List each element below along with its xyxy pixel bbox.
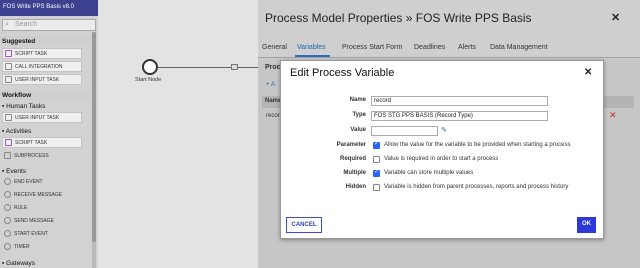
section-label: Gateways — [6, 260, 36, 267]
close-icon[interactable]: ✕ — [584, 67, 592, 78]
section-events[interactable]: ▪ Events — [0, 166, 96, 176]
process-canvas[interactable] — [98, 0, 258, 268]
parameter-description: Allow the value for the variable to be p… — [384, 142, 571, 148]
item-label: RULE — [14, 205, 28, 211]
search-placeholder: Search — [15, 21, 38, 28]
hidden-checkbox[interactable] — [373, 184, 380, 191]
subprocess-icon — [4, 152, 11, 159]
script-task-icon — [5, 139, 12, 146]
value-field[interactable] — [371, 126, 438, 136]
parameter-checkbox[interactable] — [373, 140, 380, 149]
item-label: SEND MESSAGE — [14, 218, 55, 224]
cancel-button[interactable]: CANCEL — [286, 217, 322, 233]
palette-title: FOS Write PPS Basis v8.0 — [3, 4, 74, 10]
item-label: USER INPUT TASK — [15, 77, 60, 83]
user-task-icon — [5, 76, 12, 83]
section-suggested[interactable]: Suggested — [0, 36, 96, 46]
item-label: RECEIVE MESSAGE — [14, 192, 63, 198]
required-label: Required — [339, 156, 366, 162]
section-label: Workflow — [2, 92, 32, 99]
send-message-icon — [4, 217, 11, 224]
edit-variable-dialog — [280, 60, 604, 239]
item-label: USER INPUT TASK — [15, 115, 60, 121]
item-label: START EVENT — [14, 231, 48, 237]
multiple-description: Variable can store multiple values — [384, 170, 474, 176]
required-description: Value is required in order to start a pr… — [384, 156, 499, 162]
expression-editor-icon[interactable]: ✎ — [441, 126, 447, 134]
start-node[interactable] — [142, 59, 158, 75]
palette-item-start-event[interactable]: START EVENT — [2, 229, 82, 240]
multiple-checkbox[interactable] — [373, 168, 380, 177]
hidden-label: Hidden — [345, 184, 366, 190]
palette-item-send-message[interactable]: SEND MESSAGE — [2, 216, 82, 227]
item-label: SUBPROCESS — [14, 153, 49, 159]
value-label: Value — [350, 127, 366, 133]
parameter-label: Parameter — [336, 142, 366, 148]
close-icon[interactable]: ✕ — [611, 11, 620, 24]
receive-message-icon — [4, 191, 11, 198]
ok-button[interactable]: OK — [577, 217, 596, 233]
connector-handle[interactable] — [231, 64, 238, 70]
name-label: Name — [349, 97, 366, 103]
start-node-label: Start Node — [135, 77, 162, 83]
rule-icon — [4, 204, 11, 211]
dialog-title: Edit Process Variable — [290, 67, 395, 79]
tab-general[interactable]: General — [262, 44, 287, 51]
palette-item-receive-message[interactable]: RECEIVE MESSAGE — [2, 190, 82, 201]
timer-icon — [4, 243, 11, 250]
tab-deadlines[interactable]: Deadlines — [414, 44, 445, 51]
palette-item-call-integration[interactable]: CALL INTEGRATION — [2, 61, 82, 72]
palette-item-end-event[interactable]: END EVENT — [2, 177, 82, 188]
name-field[interactable]: record — [371, 96, 548, 106]
delete-icon[interactable]: ✕ — [609, 110, 617, 121]
palette-item-subprocess[interactable]: SUBPROCESS — [2, 151, 82, 162]
item-label: SCRIPT TASK — [15, 140, 48, 146]
tab-process-start-form[interactable]: Process Start Form — [342, 44, 402, 51]
section-gateways[interactable]: ▪ Gateways — [0, 258, 96, 268]
item-label: CALL INTEGRATION — [15, 64, 63, 70]
tab-data-management[interactable]: Data Management — [490, 44, 548, 51]
search-input[interactable]: ⌕ Search — [2, 19, 96, 31]
end-event-icon — [4, 178, 11, 185]
section-label: Events — [6, 168, 26, 175]
item-label: SCRIPT TASK — [15, 51, 48, 57]
type-label: Type — [352, 112, 366, 118]
section-workflow[interactable]: Workflow — [0, 90, 96, 100]
add-variable-link[interactable]: + A — [266, 82, 275, 88]
palette-item-user-input-task-2[interactable]: USER INPUT TASK — [2, 112, 82, 123]
tab-alerts[interactable]: Alerts — [458, 44, 476, 51]
tab-variables[interactable]: Variables — [297, 44, 326, 51]
palette-item-user-input-task[interactable]: USER INPUT TASK — [2, 74, 82, 85]
name-column-header: Name — [265, 98, 282, 104]
variable-row-name[interactable]: recor — [266, 113, 280, 119]
hidden-description: Variable is hidden from parent processes… — [384, 184, 569, 190]
item-label: TIMER — [14, 244, 30, 250]
section-label: Suggested — [2, 38, 36, 45]
tabs-divider — [258, 57, 640, 58]
section-activities[interactable]: ▪ Activities — [0, 126, 96, 136]
type-field[interactable]: FOS STG PPS BASIS (Record Type) — [371, 111, 548, 121]
script-task-icon — [5, 50, 12, 57]
properties-title: Process Model Properties » FOS Write PPS… — [265, 11, 532, 25]
palette-item-script-task-2[interactable]: SCRIPT TASK — [2, 137, 82, 148]
integration-icon — [5, 63, 12, 70]
palette-scroll-thumb[interactable] — [92, 32, 96, 242]
user-task-icon — [5, 114, 12, 121]
multiple-label: Multiple — [343, 170, 366, 176]
section-label: Human Tasks — [6, 103, 46, 110]
item-label: END EVENT — [14, 179, 43, 185]
palette-item-timer[interactable]: TIMER — [2, 242, 82, 253]
search-icon: ⌕ — [5, 21, 9, 28]
palette-item-rule[interactable]: RULE — [2, 203, 82, 214]
flow-connector[interactable] — [158, 67, 258, 68]
required-checkbox[interactable] — [373, 156, 380, 163]
section-label: Activities — [5, 128, 32, 135]
section-human-tasks[interactable]: ▪ Human Tasks — [0, 101, 96, 111]
start-event-icon — [4, 230, 11, 237]
palette-item-script-task[interactable]: SCRIPT TASK — [2, 48, 82, 59]
